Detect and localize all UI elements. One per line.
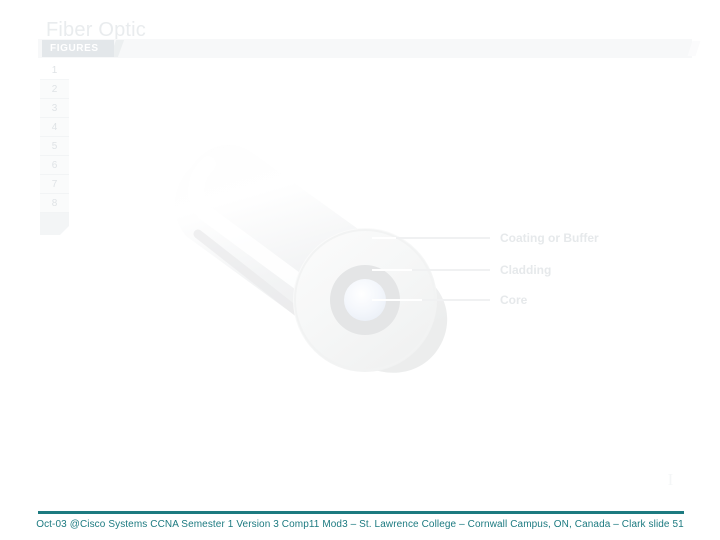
text-cursor-icon: I	[667, 470, 674, 489]
rail-item-5[interactable]: 5	[40, 137, 69, 156]
callout-label-coating-or-buffer: Coating or Buffer	[500, 231, 599, 245]
callout-label-core: Core	[500, 293, 528, 307]
rail-item-2[interactable]: 2	[40, 80, 69, 99]
figure-number-rail: 1 2 3 4 5 6 7 8	[40, 61, 69, 235]
rail-item-blank[interactable]	[40, 213, 69, 235]
callout-label-cladding: Cladding	[500, 263, 552, 277]
rail-item-4[interactable]: 4	[40, 118, 69, 137]
rail-item-7[interactable]: 7	[40, 175, 69, 194]
footer-divider	[38, 511, 684, 514]
rail-item-1[interactable]: 1	[40, 61, 69, 80]
rail-item-8[interactable]: 8	[40, 194, 69, 213]
rail-item-3[interactable]: 3	[40, 99, 69, 118]
header-tab-bar	[38, 39, 692, 58]
tab-figures[interactable]: FIGURES	[42, 40, 114, 57]
footer-credit-text: Oct-03 @Cisco Systems CCNA Semester 1 Ve…	[36, 519, 684, 530]
fiber-optic-cable-svg	[174, 144, 490, 373]
rail-item-6[interactable]: 6	[40, 156, 69, 175]
fiber-optic-illustration	[150, 130, 490, 410]
